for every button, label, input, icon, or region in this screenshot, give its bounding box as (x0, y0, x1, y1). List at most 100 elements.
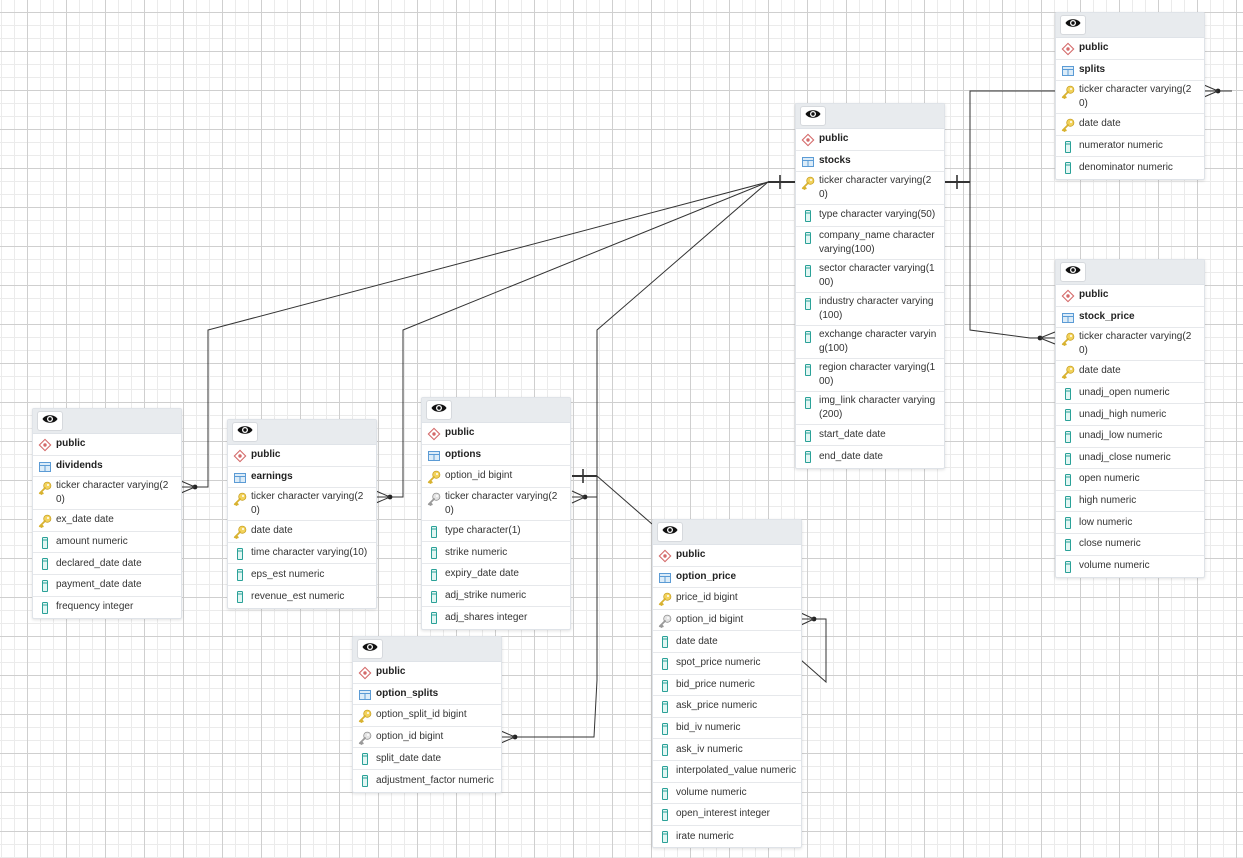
schema-icon (1061, 289, 1075, 303)
toggle-visibility-button[interactable] (426, 400, 452, 420)
column-icon (38, 579, 52, 593)
column-icon (801, 264, 815, 278)
column-label: high numeric (1079, 495, 1137, 507)
column-label: date date (676, 635, 718, 647)
toggle-visibility-button[interactable] (1060, 15, 1086, 35)
column-label: ticker character varying(20) (1079, 84, 1192, 110)
relationship-line-stocks-stock-price[interactable] (969, 182, 1040, 339)
column-label: option_split_id bigint (376, 709, 467, 721)
column-row: company_name character varying(100) (796, 227, 944, 260)
table-name-label: stock_price (1079, 310, 1135, 322)
column-icon (38, 601, 52, 615)
primary-key-icon (233, 492, 247, 507)
column-row: irate numeric (653, 826, 801, 848)
table-header (33, 409, 181, 434)
table-header (796, 104, 944, 129)
primary-key-icon (801, 176, 815, 191)
toggle-visibility-button[interactable] (1060, 262, 1086, 282)
column-icon (658, 743, 672, 757)
column-label: bid_price numeric (676, 678, 755, 690)
column-label: type character varying(50) (819, 209, 936, 221)
table-card-options[interactable]: public options option_id bigint ticker char… (421, 397, 571, 630)
schema-label: public (251, 449, 281, 461)
table-icon (38, 460, 52, 474)
column-label: type character(1) (445, 525, 521, 537)
column-row: high numeric (1056, 491, 1204, 513)
table-card-dividends[interactable]: public dividends ticker character varying(… (32, 408, 182, 620)
column-row: date date (1056, 361, 1204, 383)
schema-row: public (228, 445, 376, 467)
foreign-key-icon (427, 492, 441, 506)
column-row: ticker character varying(20) (796, 172, 944, 206)
column-row: split_date date (353, 748, 501, 770)
table-card-option-splits[interactable]: public option_splits option_split_id bigin… (352, 636, 502, 793)
toggle-visibility-button[interactable] (232, 422, 258, 442)
column-icon (658, 679, 672, 693)
column-icon (658, 830, 672, 844)
table-card-option-price[interactable]: public option_price price_id bigint option_… (652, 519, 802, 849)
column-label: irate numeric (676, 830, 734, 842)
column-row: open numeric (1056, 469, 1204, 491)
relationship-line-option-price-option-id[interactable] (800, 618, 827, 684)
column-label: ask_iv numeric (676, 743, 743, 755)
table-icon (358, 688, 372, 702)
table-icon (233, 471, 247, 485)
column-icon (658, 787, 672, 801)
relationship-line-options-option-price[interactable] (596, 475, 653, 525)
table-card-stock-price[interactable]: public stock_price ticker character varyin… (1055, 259, 1205, 579)
table-name-row: stock_price (1056, 307, 1204, 329)
column-row: type character(1) (422, 521, 570, 543)
schema-icon (358, 666, 372, 680)
column-icon (801, 297, 815, 311)
column-label: ex_date date (56, 514, 114, 526)
column-row: type character varying(50) (796, 205, 944, 227)
column-icon (1061, 161, 1075, 175)
column-icon (1061, 387, 1075, 401)
crowfoot-earnings (375, 490, 391, 504)
column-row: strike numeric (422, 542, 570, 564)
toggle-visibility-button[interactable] (800, 106, 826, 126)
column-row: volume numeric (653, 783, 801, 805)
relationship-line-stocks-splits[interactable] (969, 90, 1055, 182)
column-label: img_link character varying (200) (819, 394, 936, 420)
column-icon (658, 808, 672, 822)
column-icon (1061, 473, 1075, 487)
table-icon (658, 571, 672, 585)
column-icon (233, 547, 247, 561)
schema-row: public (422, 423, 570, 445)
column-row: date date (1056, 114, 1204, 136)
erd-canvas[interactable]: public stocks ticker character varying(20)… (0, 0, 1243, 858)
schema-icon (427, 427, 441, 441)
column-row: date date (228, 521, 376, 543)
column-row: frequency integer (33, 597, 181, 619)
column-label: option_id bigint (676, 614, 744, 626)
column-label: volume numeric (676, 786, 747, 798)
column-label: low numeric (1079, 516, 1133, 528)
table-card-stocks[interactable]: public stocks ticker character varying(20)… (795, 103, 945, 469)
column-label: payment_date date (56, 579, 142, 591)
column-icon (801, 396, 815, 410)
relationship-line-stocks-options[interactable] (585, 181, 769, 498)
column-row: exchange character varying(100) (796, 326, 944, 359)
table-card-earnings[interactable]: public earnings ticker character varying(2… (227, 419, 377, 609)
column-row: spot_price numeric (653, 653, 801, 675)
toggle-visibility-button[interactable] (37, 411, 63, 431)
column-row: bid_price numeric (653, 675, 801, 697)
table-card-splits[interactable]: public splits ticker character varying(20)… (1055, 12, 1205, 180)
primary-key-icon (1061, 365, 1075, 380)
column-icon (233, 590, 247, 604)
column-row: denominator numeric (1056, 157, 1204, 179)
column-label: exchange character varying(100) (819, 328, 937, 354)
column-label: denominator numeric (1079, 162, 1173, 174)
toggle-visibility-button[interactable] (657, 522, 683, 542)
schema-label: public (819, 133, 849, 145)
column-icon (358, 774, 372, 788)
column-row: region character varying(100) (796, 359, 944, 392)
toggle-visibility-button[interactable] (357, 639, 383, 659)
eye-icon (237, 423, 253, 441)
primary-key-icon (1061, 85, 1075, 100)
table-name-label: options (445, 448, 482, 460)
column-icon (427, 568, 441, 582)
eye-icon (662, 523, 678, 541)
column-label: adj_strike numeric (445, 589, 527, 601)
